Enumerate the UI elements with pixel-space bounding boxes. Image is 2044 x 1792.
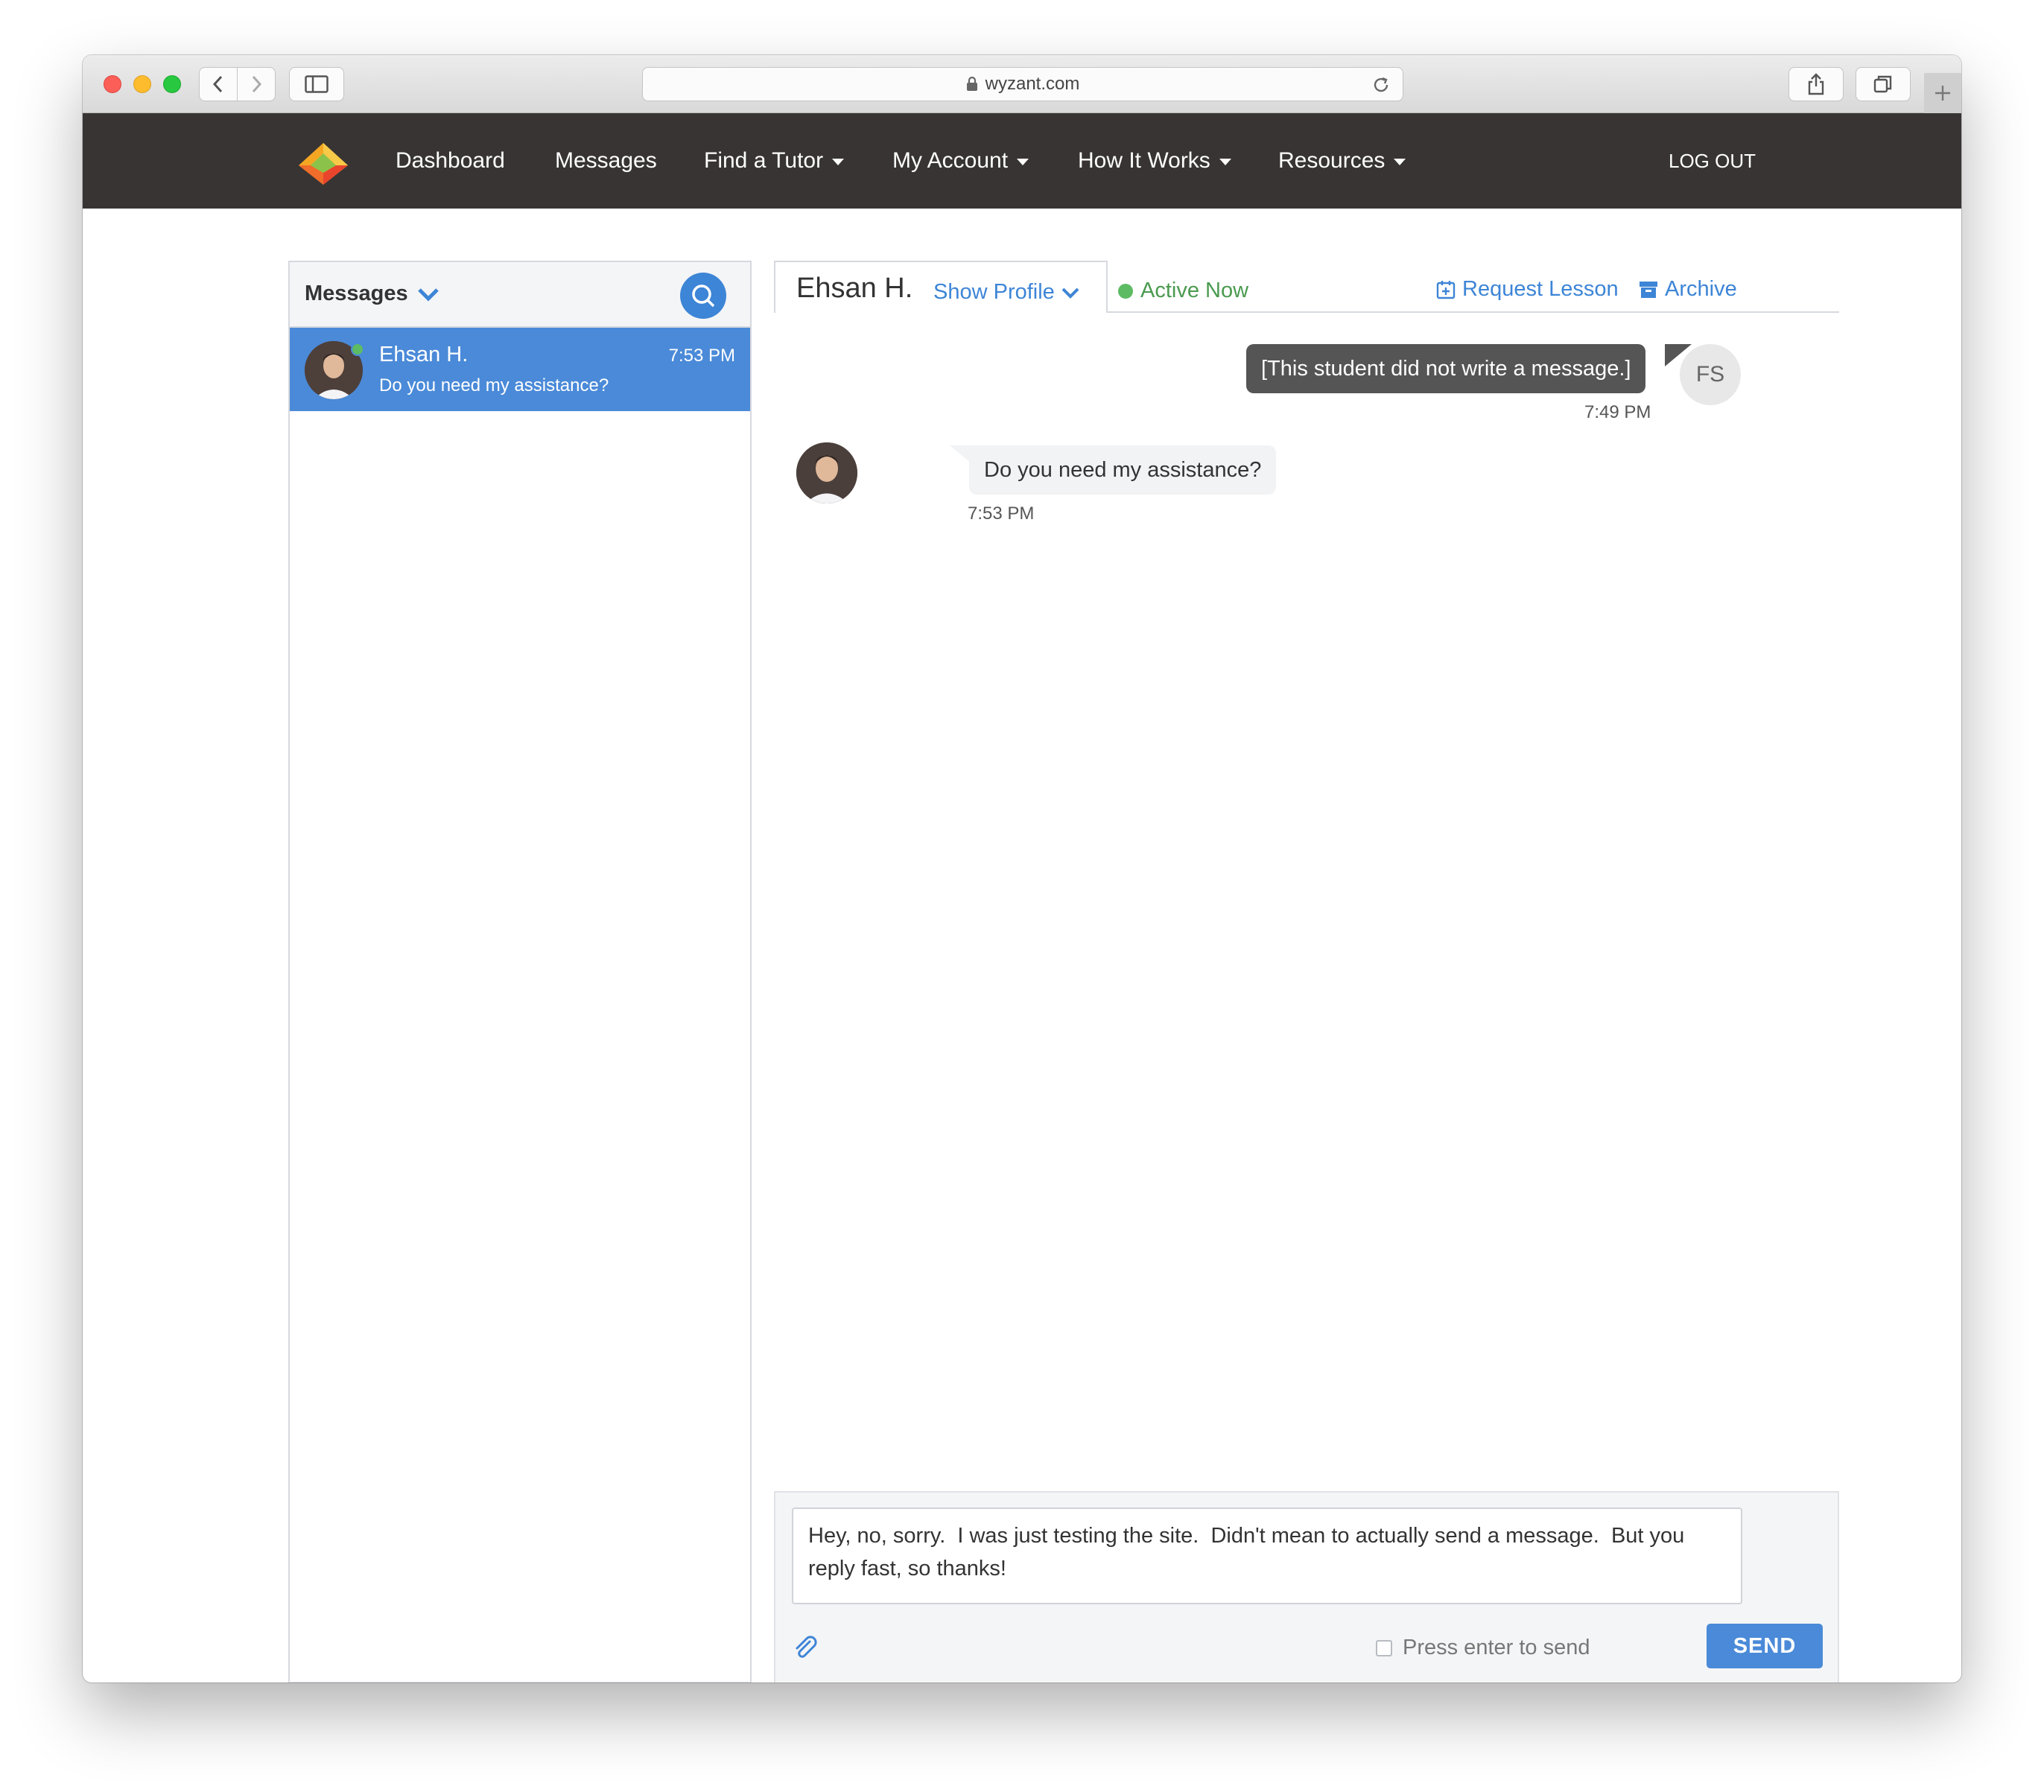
nav-find-a-tutor[interactable]: Find a Tutor xyxy=(704,113,845,209)
nav-resources[interactable]: Resources xyxy=(1278,113,1406,209)
show-profile-toggle[interactable]: Show Profile xyxy=(933,280,1080,305)
new-tab-button[interactable] xyxy=(1924,73,1961,113)
conversation-item[interactable]: Ehsan H. 7:53 PM Do you need my assistan… xyxy=(290,328,750,411)
message-bubble-outgoing: [This student did not write a message.] xyxy=(1246,344,1646,393)
nav-dashboard[interactable]: Dashboard xyxy=(396,113,505,209)
caret-down-icon xyxy=(1219,158,1231,165)
nav-how-it-works[interactable]: How It Works xyxy=(1078,113,1231,209)
avatar: FS xyxy=(1680,344,1741,405)
chevron-down-icon xyxy=(1061,287,1079,299)
paperclip-icon[interactable] xyxy=(793,1636,819,1661)
divider xyxy=(1108,311,1839,313)
message-timestamp: 7:53 PM xyxy=(968,503,1035,524)
sidebar-toggle-button[interactable] xyxy=(289,67,344,101)
request-lesson-link[interactable]: Request Lesson xyxy=(1435,277,1619,302)
reload-icon[interactable] xyxy=(1371,75,1391,95)
caret-down-icon xyxy=(1394,158,1406,165)
chat-header-tab: Ehsan H. Show Profile xyxy=(774,261,1108,313)
caret-down-icon xyxy=(1017,158,1029,165)
conversation-preview: Do you need my assistance? xyxy=(379,375,609,395)
minimize-window-button[interactable] xyxy=(133,75,151,93)
conversation-time: 7:53 PM xyxy=(668,346,735,366)
search-icon xyxy=(692,285,715,308)
tabs-icon xyxy=(1873,75,1892,93)
nav-messages[interactable]: Messages xyxy=(555,113,657,209)
calendar-plus-icon xyxy=(1436,280,1456,299)
zoom-window-button[interactable] xyxy=(163,75,181,93)
lock-icon xyxy=(966,77,977,91)
message-input[interactable]: Hey, no, sorry. I was just testing the s… xyxy=(792,1507,1742,1604)
archive-icon xyxy=(1640,281,1657,298)
sidebar-icon xyxy=(305,75,328,93)
share-icon xyxy=(1808,73,1824,95)
caret-down-icon xyxy=(832,158,845,165)
address-bar[interactable]: wyzant.com xyxy=(642,67,1403,101)
close-window-button[interactable] xyxy=(104,75,121,93)
message-bubble-incoming: Do you need my assistance? xyxy=(969,445,1277,495)
plus-icon xyxy=(1935,86,1950,101)
search-messages-button[interactable] xyxy=(680,273,726,319)
press-enter-checkbox[interactable] xyxy=(1376,1639,1392,1656)
forward-button[interactable] xyxy=(237,67,276,101)
avatar[interactable] xyxy=(796,442,857,503)
status-badge: Active Now xyxy=(1118,279,1248,303)
online-status-dot xyxy=(1118,283,1133,299)
messages-filter-dropdown[interactable]: Messages xyxy=(305,282,439,306)
site-header: Dashboard Messages Find a Tutor My Accou… xyxy=(83,113,1961,209)
nav-my-account[interactable]: My Account xyxy=(892,113,1029,209)
back-button[interactable] xyxy=(199,67,238,101)
message-timestamp: 7:49 PM xyxy=(1584,402,1651,422)
chevron-left-icon xyxy=(212,75,223,93)
chat-contact-name: Ehsan H. xyxy=(796,273,913,304)
browser-window: wyzant.com Dashboard Messages Find a Tut… xyxy=(83,55,1961,1683)
online-status-dot xyxy=(351,343,364,356)
browser-toolbar: wyzant.com xyxy=(83,55,1961,113)
conversation-name: Ehsan H. xyxy=(379,343,469,366)
messages-panel-header: Messages xyxy=(290,262,750,328)
press-enter-to-send-option[interactable]: Press enter to send xyxy=(1376,1636,1590,1660)
wyzant-logo[interactable] xyxy=(297,142,349,186)
show-tabs-button[interactable] xyxy=(1856,67,1911,101)
messages-panel: Messages Ehsan H. 7:53 PM Do you need my… xyxy=(288,261,752,1683)
share-button[interactable] xyxy=(1789,67,1844,101)
url-text: wyzant.com xyxy=(985,74,1080,94)
chevron-right-icon xyxy=(252,75,262,93)
chevron-down-icon xyxy=(417,287,439,302)
message-composer: Hey, no, sorry. I was just testing the s… xyxy=(774,1491,1839,1683)
archive-link[interactable]: Archive xyxy=(1638,277,1737,302)
logout-link[interactable]: LOG OUT xyxy=(1669,113,1756,209)
send-button[interactable]: SEND xyxy=(1707,1624,1823,1668)
